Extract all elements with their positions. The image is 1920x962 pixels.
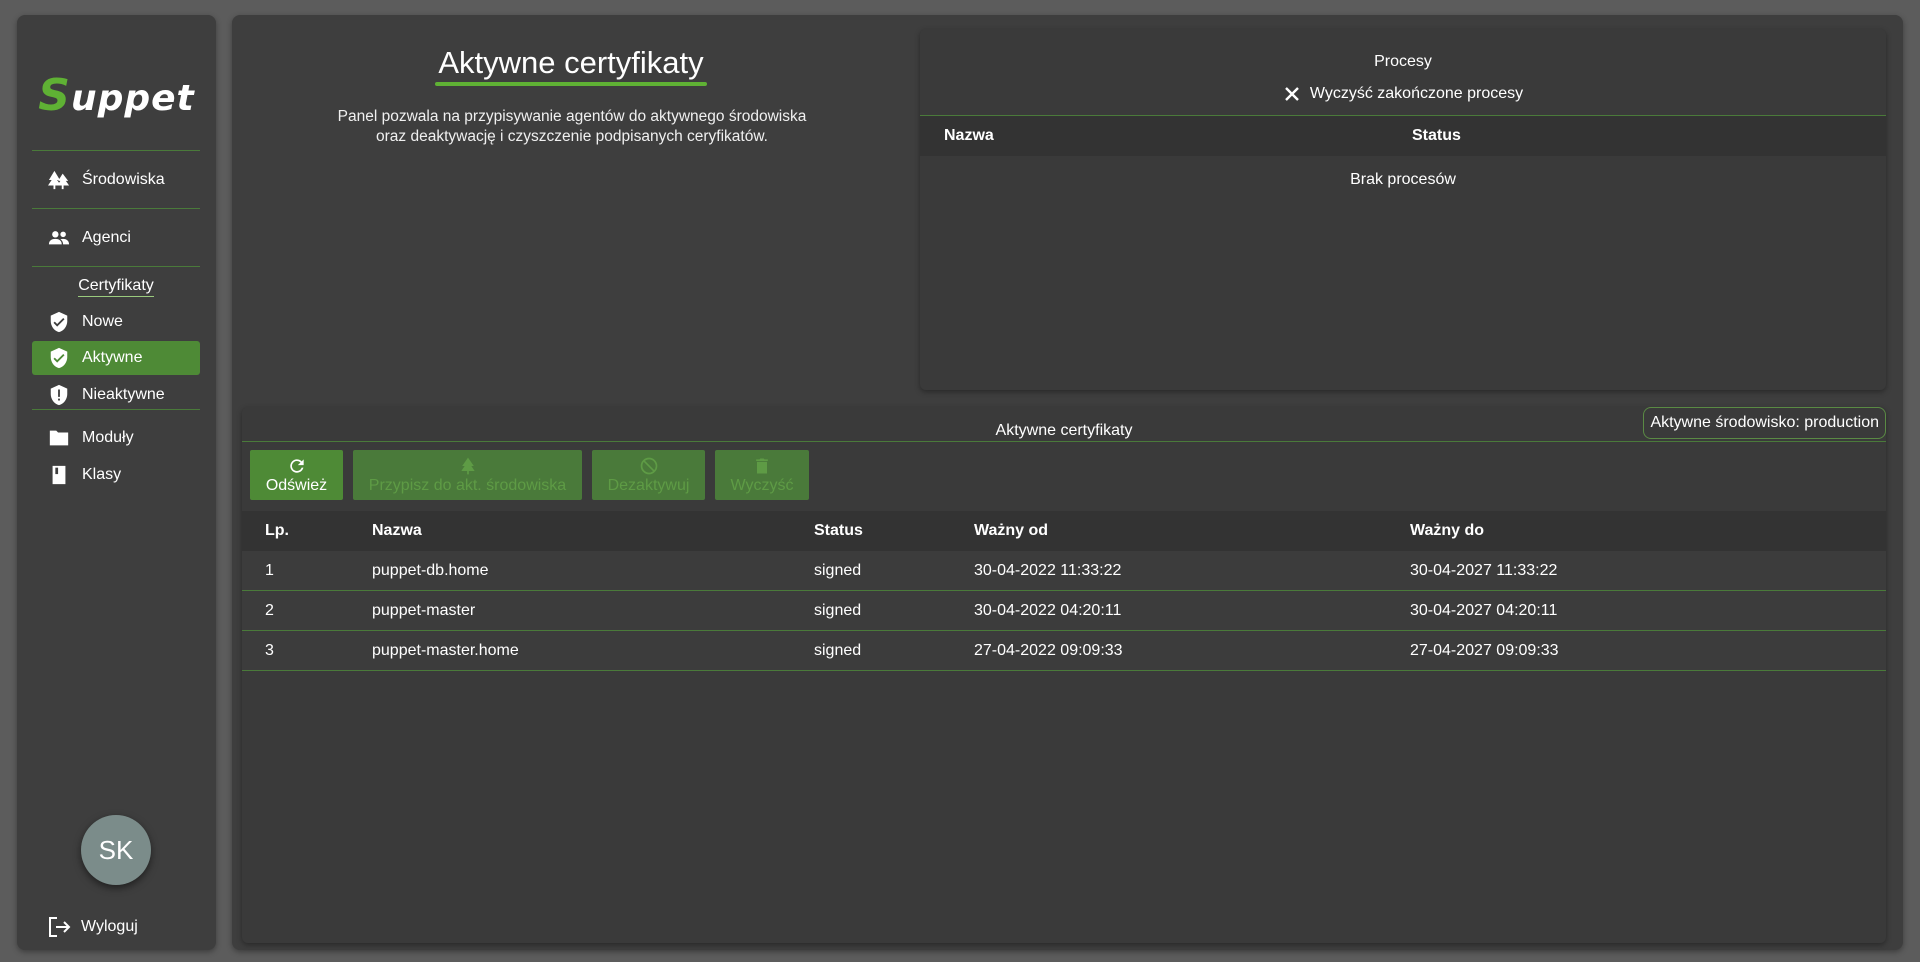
assign-label: Przypisz do akt. środowiska — [368, 476, 567, 494]
clean-button[interactable]: Wyczyść — [715, 450, 809, 500]
sidebar-item-modules[interactable]: Moduły — [32, 421, 200, 455]
cell-valid-from: 27-04-2022 09:09:33 — [974, 642, 1123, 659]
column-header-status: Status — [1412, 127, 1461, 144]
column-header-valid-to: Ważny do — [1410, 522, 1485, 539]
cell-name: puppet-db.home — [372, 562, 489, 579]
sidebar-divider — [32, 208, 200, 209]
certificates-panel: Aktywne certyfikaty Aktywne środowisko: … — [242, 407, 1886, 943]
description-line: oraz deaktywację i czyszczenie podpisany… — [376, 128, 768, 145]
sidebar-item-label: Agenci — [82, 229, 131, 246]
cell-valid-to: 30-04-2027 11:33:22 — [1410, 562, 1558, 579]
cell-name: puppet-master — [372, 602, 476, 619]
certificates-table: Lp. Nazwa Status Ważny od Ważny do 1 pup… — [242, 511, 1886, 671]
sidebar-item-active[interactable]: Aktywne — [32, 341, 200, 375]
people-icon — [48, 231, 70, 245]
clear-processes-label: Wyczyść zakończone procesy — [1309, 85, 1524, 102]
cell-valid-to: 30-04-2027 04:20:11 — [1410, 602, 1558, 619]
shield-check-icon — [50, 311, 68, 333]
book-icon — [52, 465, 66, 485]
sidebar-item-label: Środowiska — [82, 171, 165, 188]
page-title: Aktywne certyfikaty — [438, 45, 704, 80]
refresh-label: Odśwież — [265, 476, 328, 494]
column-header-name: Nazwa — [372, 522, 422, 539]
logout-icon — [49, 917, 71, 937]
processes-table-header: Nazwa Status — [920, 116, 1886, 156]
trees-icon — [48, 170, 70, 190]
sidebar-section-certificates: Certyfikaty — [32, 277, 200, 297]
sidebar-divider — [32, 266, 200, 267]
certificates-panel-title: Aktywne certyfikaty — [995, 422, 1133, 439]
sidebar-item-agents[interactable]: Agenci — [32, 221, 200, 255]
shield-check-icon — [50, 347, 68, 369]
sidebar-item-label: Klasy — [82, 466, 122, 483]
cell-status: signed — [814, 562, 862, 579]
app-logo[interactable]: Suppet — [17, 70, 216, 121]
active-environment-badge: Aktywne środowisko: production — [1643, 407, 1886, 439]
sidebar-item-label: Nowe — [82, 313, 123, 330]
refresh-button[interactable]: Odśwież — [250, 450, 343, 500]
cell-status: signed — [814, 602, 862, 619]
processes-title: Procesy — [1374, 53, 1432, 70]
trash-icon — [756, 458, 768, 473]
close-icon — [1285, 87, 1299, 101]
cell-valid-to: 27-04-2027 09:09:33 — [1410, 642, 1559, 659]
sidebar-item-label: Aktywne — [82, 349, 143, 366]
sidebar-item-classes[interactable]: Klasy — [32, 458, 200, 492]
logout-label: Wyloguj — [81, 918, 138, 935]
section-label: Certyfikaty — [78, 277, 154, 297]
table-row[interactable]: 2 puppet-master signed 30-04-2022 04:20:… — [242, 591, 1886, 631]
deactivate-button[interactable]: Dezaktywuj — [592, 450, 705, 500]
table-row[interactable]: 3 puppet-master.home signed 27-04-2022 0… — [242, 631, 1886, 671]
cell-status: signed — [814, 642, 862, 659]
sidebar-item-environments[interactable]: Środowiska — [32, 163, 200, 197]
cell-index: 3 — [265, 642, 274, 659]
folder-icon — [49, 430, 69, 446]
processes-panel: Procesy Wyczyść zakończone procesy Nazwa… — [920, 29, 1886, 390]
certificates-divider — [242, 441, 1886, 442]
sidebar-item-new[interactable]: Nowe — [32, 305, 200, 339]
page-description: Panel pozwala na przypisywanie agentów d… — [292, 107, 852, 147]
table-header: Lp. Nazwa Status Ważny od Ważny do — [242, 511, 1886, 551]
cell-index: 1 — [265, 562, 274, 579]
sidebar-divider — [32, 409, 200, 410]
sidebar-divider — [32, 150, 200, 151]
clean-label: Wyczyść — [730, 476, 794, 494]
table-row[interactable]: 1 puppet-db.home signed 30-04-2022 11:33… — [242, 551, 1886, 591]
tree-icon — [460, 457, 475, 474]
description-line: Panel pozwala na przypisywanie agentów d… — [337, 108, 807, 125]
assign-to-environment-button[interactable]: Przypisz do akt. środowiska — [353, 450, 582, 500]
visibility-off-icon — [640, 457, 657, 474]
processes-empty-message: Brak procesów — [1350, 171, 1456, 188]
column-header-name: Nazwa — [944, 127, 994, 144]
column-header-valid-from: Ważny od — [974, 522, 1049, 539]
cell-valid-from: 30-04-2022 11:33:22 — [974, 562, 1122, 579]
cell-name: puppet-master.home — [372, 642, 519, 659]
sidebar-item-label: Moduły — [82, 429, 134, 446]
sidebar-item-label: Nieaktywne — [82, 386, 165, 403]
title-underline — [435, 82, 707, 86]
avatar[interactable]: SK — [81, 815, 151, 885]
shield-alert-icon — [50, 384, 68, 406]
logo-initial: S — [38, 70, 71, 121]
column-header-status: Status — [814, 522, 863, 539]
sidebar: Suppet Środowiska Agenci Certyfikaty Now… — [17, 15, 216, 950]
logo-text: uppet — [70, 78, 195, 119]
main-content: Aktywne certyfikaty Panel pozwala na prz… — [232, 15, 1903, 950]
cell-valid-from: 30-04-2022 04:20:11 — [974, 602, 1122, 619]
cell-index: 2 — [265, 602, 274, 619]
deactivate-label: Dezaktywuj — [607, 476, 690, 494]
column-header-index: Lp. — [265, 522, 289, 539]
refresh-icon — [289, 458, 304, 473]
sidebar-item-inactive[interactable]: Nieaktywne — [32, 378, 200, 412]
logout-button[interactable]: Wyloguj — [47, 915, 138, 939]
clear-finished-processes-button[interactable]: Wyczyść zakończone procesy — [920, 85, 1886, 103]
